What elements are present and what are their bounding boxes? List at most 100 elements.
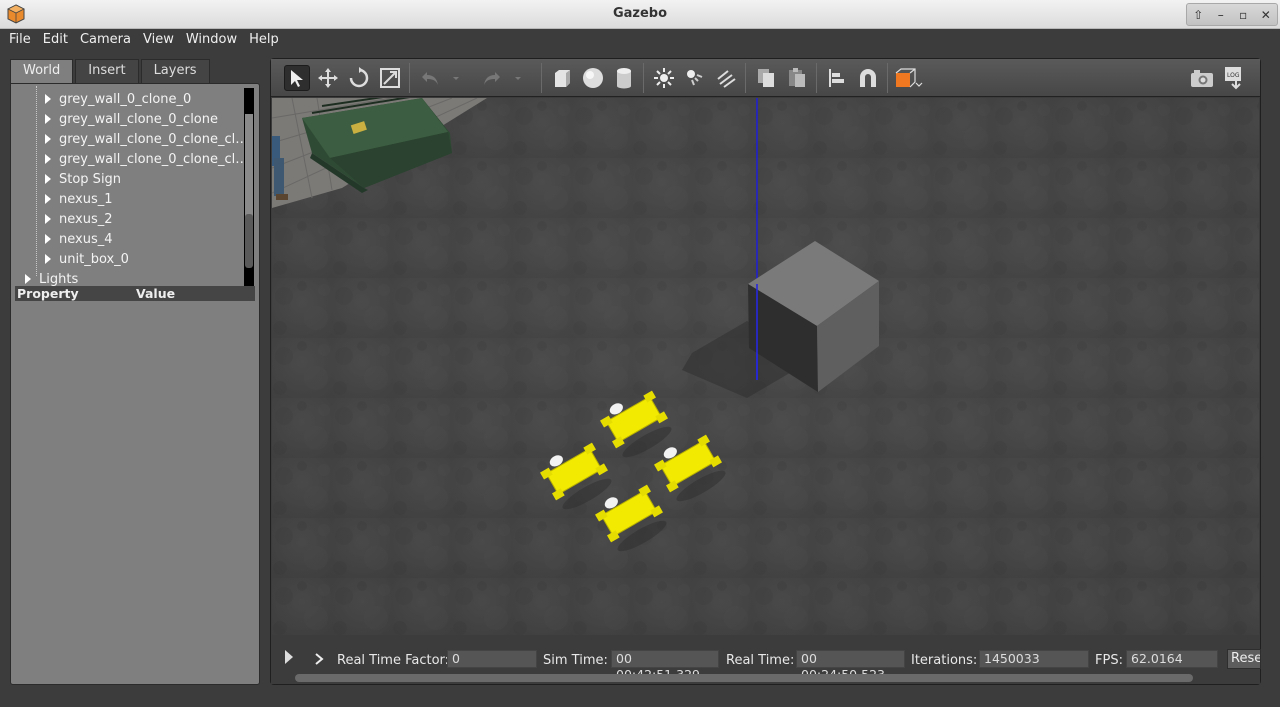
tree-item-label: Lights (39, 271, 79, 287)
maximize-icon[interactable]: ▫ (1234, 6, 1252, 24)
paste-icon[interactable] (784, 65, 810, 91)
expand-arrow-icon[interactable] (45, 114, 51, 124)
expand-arrow-icon[interactable] (45, 214, 51, 224)
fps-label: FPS: (1095, 653, 1123, 668)
select-arrow-icon[interactable] (284, 65, 310, 91)
iterations-label: Iterations: (911, 653, 978, 668)
scene-canvas (272, 98, 1259, 635)
tree-item-label: grey_wall_0_clone_0 (59, 91, 192, 107)
directional-light-icon[interactable] (713, 65, 739, 91)
toolbar-separator (887, 63, 888, 93)
play-icon[interactable] (283, 649, 295, 665)
undo-dropdown-icon[interactable] (449, 65, 463, 91)
expand-arrow-icon[interactable] (45, 154, 51, 164)
expand-arrow-icon[interactable] (45, 174, 51, 184)
menu-help[interactable]: Help (243, 29, 285, 51)
translate-icon[interactable] (315, 65, 341, 91)
tree-item[interactable]: unit_box_0 (45, 249, 129, 269)
iterations-value: 1450033 (979, 650, 1089, 668)
title-bar: Gazebo ⇧ – ▫ ✕ (0, 0, 1280, 29)
menu-edit[interactable]: Edit (37, 29, 74, 51)
left-tabs: World Insert Layers (10, 59, 212, 83)
real-time-factor-value: 0 (447, 650, 537, 668)
log-label: LOG (1227, 72, 1240, 79)
menu-bar: File Edit Camera View Window Help (0, 29, 1280, 51)
menu-view[interactable]: View (137, 29, 180, 51)
tree-item-label: grey_wall_clone_0_clone_cl… (59, 131, 249, 147)
sim-time-label: Sim Time: (543, 653, 608, 668)
tree-item[interactable]: grey_wall_clone_0_clone (45, 109, 218, 129)
status-horizontal-scrollbar[interactable] (295, 674, 1193, 682)
window-title: Gazebo (612, 6, 668, 21)
log-icon[interactable]: LOG (1221, 65, 1247, 91)
window-controls: ⇧ – ▫ ✕ (1186, 3, 1278, 26)
property-column-header: Property (17, 286, 79, 301)
tree-scrollbar[interactable] (244, 88, 254, 286)
tree-item-label: Stop Sign (59, 171, 122, 187)
screenshot-icon[interactable] (1189, 65, 1215, 91)
tree-item-lights[interactable]: Lights (25, 269, 78, 286)
expand-arrow-icon[interactable] (45, 254, 51, 264)
toolbar-separator (409, 63, 410, 93)
cylinder-icon[interactable] (611, 65, 637, 91)
copy-icon[interactable] (753, 65, 779, 91)
toolbar-separator (745, 63, 746, 93)
toolbar-separator (541, 63, 542, 93)
tree-item[interactable]: grey_wall_clone_0_clone_cl… (45, 129, 248, 149)
undo-icon[interactable] (417, 65, 443, 91)
minimize-icon[interactable]: – (1212, 6, 1230, 24)
snap-magnet-icon[interactable] (855, 65, 881, 91)
rotate-icon[interactable] (346, 65, 372, 91)
real-time-label: Real Time: (726, 653, 795, 668)
expand-arrow-icon[interactable] (25, 274, 31, 284)
align-icon[interactable] (824, 65, 850, 91)
spot-light-icon[interactable] (682, 65, 708, 91)
tab-world[interactable]: World (10, 59, 74, 83)
redo-dropdown-icon[interactable] (511, 65, 525, 91)
expand-arrow-icon[interactable] (45, 94, 51, 104)
toolbar-separator (816, 63, 817, 93)
sim-time-value: 00 00:42:51.329 (611, 650, 719, 682)
status-bar: Real Time Factor: 0 Sim Time: 00 00:42:5… (271, 636, 1261, 684)
close-icon[interactable]: ✕ (1257, 6, 1275, 24)
up-icon[interactable]: ⇧ (1189, 6, 1207, 24)
view-angle-icon[interactable] (893, 65, 925, 91)
menu-camera[interactable]: Camera (74, 29, 137, 51)
3d-viewport[interactable] (272, 98, 1259, 635)
tree-item-label: grey_wall_clone_0_clone (59, 111, 218, 127)
render-panel: LOG Real Time Factor: 0 Sim Time: 00 Rea… (270, 58, 1261, 685)
tree-item[interactable]: grey_wall_clone_0_clone_cl… (45, 149, 248, 169)
box-icon[interactable] (549, 65, 575, 91)
tree-item[interactable]: nexus_2 (45, 209, 113, 229)
tree-item[interactable]: grey_wall_0_clone_0 (45, 89, 191, 109)
tree-item-label: unit_box_0 (59, 251, 129, 267)
tree-item[interactable]: nexus_4 (45, 229, 113, 249)
scrollbar-thumb[interactable] (245, 214, 253, 268)
tree-item-label: grey_wall_clone_0_clone_cl… (59, 151, 249, 167)
reset-time-button[interactable]: Reset (1227, 649, 1261, 669)
toolbar-separator (643, 63, 644, 93)
tree-guide-line (36, 86, 37, 276)
tree-item-label: nexus_2 (59, 211, 113, 227)
sphere-icon[interactable] (580, 65, 606, 91)
real-time-value: 00 00:24:50.523 (796, 650, 905, 682)
tab-layers[interactable]: Layers (140, 59, 210, 83)
world-panel: grey_wall_0_clone_0 grey_wall_clone_0_cl… (10, 83, 260, 685)
tree-item[interactable]: nexus_1 (45, 189, 113, 209)
fps-value: 62.0164 (1126, 650, 1218, 668)
redo-icon[interactable] (479, 65, 505, 91)
point-light-icon[interactable] (651, 65, 677, 91)
step-icon[interactable] (313, 652, 325, 666)
property-table-header: Property Value (15, 286, 255, 301)
tab-insert[interactable]: Insert (75, 59, 139, 83)
tree-item[interactable]: Stop Sign (45, 169, 121, 189)
menu-file[interactable]: File (3, 29, 37, 51)
expand-arrow-icon[interactable] (45, 234, 51, 244)
tree-item-label: nexus_4 (59, 231, 113, 247)
menu-window[interactable]: Window (180, 29, 243, 51)
expand-arrow-icon[interactable] (45, 194, 51, 204)
model-tree: grey_wall_0_clone_0 grey_wall_clone_0_cl… (15, 86, 255, 286)
real-time-factor-label: Real Time Factor: (337, 653, 450, 668)
expand-arrow-icon[interactable] (45, 134, 51, 144)
scale-icon[interactable] (377, 65, 403, 91)
